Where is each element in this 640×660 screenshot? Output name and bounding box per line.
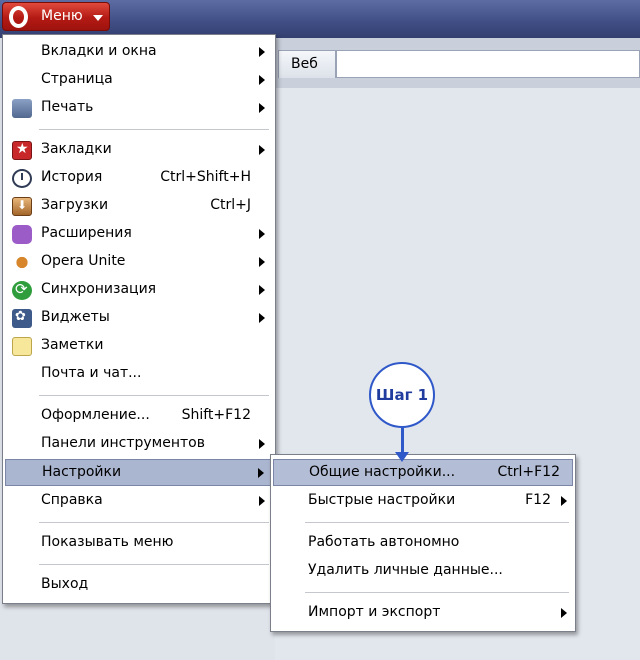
- bookmark-icon: [12, 141, 32, 160]
- main-menu: Вкладки и окна Страница Печать Закладки …: [2, 34, 276, 604]
- menu-item-label: Оформление...: [41, 407, 150, 423]
- title-bar: Меню: [0, 0, 640, 38]
- menu-separator: [305, 592, 569, 593]
- menu-item-extensions[interactable]: Расширения: [5, 221, 273, 248]
- menu-separator: [39, 522, 269, 523]
- menu-item-label: Закладки: [41, 141, 112, 157]
- menu-item-label: Удалить личные данные...: [308, 562, 503, 578]
- menu-item-label: Синхронизация: [41, 281, 157, 297]
- menu-item-label: Вкладки и окна: [41, 43, 157, 59]
- menu-item-widgets[interactable]: Виджеты: [5, 305, 273, 332]
- menu-item-label: Opera Unite: [41, 253, 126, 269]
- submenu-arrow-icon: [259, 313, 265, 323]
- menu-item-history[interactable]: История Ctrl+Shift+H: [5, 165, 273, 192]
- menu-separator: [39, 564, 269, 565]
- callout-pointer-line: [401, 428, 404, 454]
- submenu-arrow-icon: [259, 145, 265, 155]
- menu-item-label: Страница: [41, 71, 113, 87]
- menu-item-opera-unite[interactable]: Opera Unite: [5, 249, 273, 276]
- menu-separator: [305, 522, 569, 523]
- menu-item-toolbars[interactable]: Панели инструментов: [5, 431, 273, 458]
- menu-item-general-settings[interactable]: Общие настройки... Ctrl+F12: [273, 459, 573, 486]
- menu-item-shortcut: Shift+F12: [181, 407, 251, 423]
- opera-logo-icon: [9, 6, 28, 28]
- menu-item-label: Справка: [41, 492, 103, 508]
- menu-item-label: Заметки: [41, 337, 104, 353]
- menu-item-page[interactable]: Страница: [5, 67, 273, 94]
- menu-item-tabs-windows[interactable]: Вкладки и окна: [5, 39, 273, 66]
- menu-item-shortcut: Ctrl+J: [210, 197, 251, 213]
- submenu-arrow-icon: [258, 468, 264, 478]
- menu-separator: [39, 395, 269, 396]
- menu-item-label: Работать автономно: [308, 534, 460, 550]
- menu-item-appearance[interactable]: Оформление... Shift+F12: [5, 403, 273, 430]
- opera-menu-button[interactable]: Меню: [2, 2, 110, 31]
- step-callout-label: Шаг 1: [375, 386, 429, 404]
- menu-item-label: Быстрые настройки: [308, 492, 456, 508]
- menu-item-mail-chat[interactable]: Почта и чат...: [5, 361, 273, 388]
- submenu-arrow-icon: [561, 496, 567, 506]
- step-callout: Шаг 1: [369, 362, 435, 428]
- opera-menu-label: Меню: [41, 8, 83, 24]
- submenu-arrow-icon: [259, 75, 265, 85]
- menu-item-label: Общие настройки...: [309, 464, 456, 480]
- menu-item-notes[interactable]: Заметки: [5, 333, 273, 360]
- submenu-arrow-icon: [259, 47, 265, 57]
- extensions-icon: [12, 225, 32, 244]
- unite-icon: [12, 253, 32, 272]
- submenu-arrow-icon: [259, 439, 265, 449]
- tab-label: Веб: [291, 56, 318, 72]
- menu-separator: [39, 129, 269, 130]
- menu-item-label: Настройки: [42, 464, 122, 480]
- tab-web[interactable]: Веб: [278, 50, 336, 78]
- menu-item-show-menu[interactable]: Показывать меню: [5, 530, 273, 557]
- menu-item-label: История: [41, 169, 103, 185]
- menu-item-print[interactable]: Печать: [5, 95, 273, 122]
- submenu-arrow-icon: [259, 229, 265, 239]
- address-field[interactable]: [336, 50, 640, 78]
- submenu-arrow-icon: [561, 608, 567, 618]
- notes-icon: [12, 337, 32, 356]
- menu-item-delete-private-data[interactable]: Удалить личные данные...: [273, 558, 573, 585]
- sync-icon: [12, 280, 32, 300]
- menu-item-label: Импорт и экспорт: [308, 604, 441, 620]
- submenu-arrow-icon: [259, 103, 265, 113]
- submenu-arrow-icon: [259, 257, 265, 267]
- settings-submenu: Общие настройки... Ctrl+F12 Быстрые наст…: [270, 454, 576, 632]
- menu-item-label: Выход: [41, 576, 89, 592]
- menu-item-import-export[interactable]: Импорт и экспорт: [273, 600, 573, 627]
- menu-item-label: Расширения: [41, 225, 132, 241]
- menu-item-sync[interactable]: Синхронизация: [5, 277, 273, 304]
- menu-item-exit[interactable]: Выход: [5, 572, 273, 599]
- menu-item-work-offline[interactable]: Работать автономно: [273, 530, 573, 557]
- menu-item-label: Виджеты: [41, 309, 110, 325]
- menu-item-label: Показывать меню: [41, 534, 174, 550]
- menu-item-settings[interactable]: Настройки: [5, 459, 273, 486]
- history-icon: [12, 169, 32, 188]
- menu-item-shortcut: Ctrl+F12: [497, 464, 560, 480]
- menu-item-downloads[interactable]: Загрузки Ctrl+J: [5, 193, 273, 220]
- menu-item-label: Печать: [41, 99, 94, 115]
- menu-item-help[interactable]: Справка: [5, 488, 273, 515]
- menu-item-shortcut: Ctrl+Shift+H: [160, 169, 251, 185]
- printer-icon: [12, 99, 32, 118]
- chevron-down-icon: [93, 15, 103, 21]
- menu-item-bookmarks[interactable]: Закладки: [5, 137, 273, 164]
- menu-item-quick-settings[interactable]: Быстрые настройки F12: [273, 488, 573, 515]
- menu-item-shortcut: F12: [525, 492, 551, 508]
- menu-item-label: Почта и чат...: [41, 365, 142, 381]
- submenu-arrow-icon: [259, 496, 265, 506]
- menu-item-label: Панели инструментов: [41, 435, 205, 451]
- widgets-icon: [12, 309, 32, 328]
- menu-item-label: Загрузки: [41, 197, 109, 213]
- download-icon: [12, 197, 32, 216]
- arrow-down-icon: [395, 452, 409, 462]
- submenu-arrow-icon: [259, 285, 265, 295]
